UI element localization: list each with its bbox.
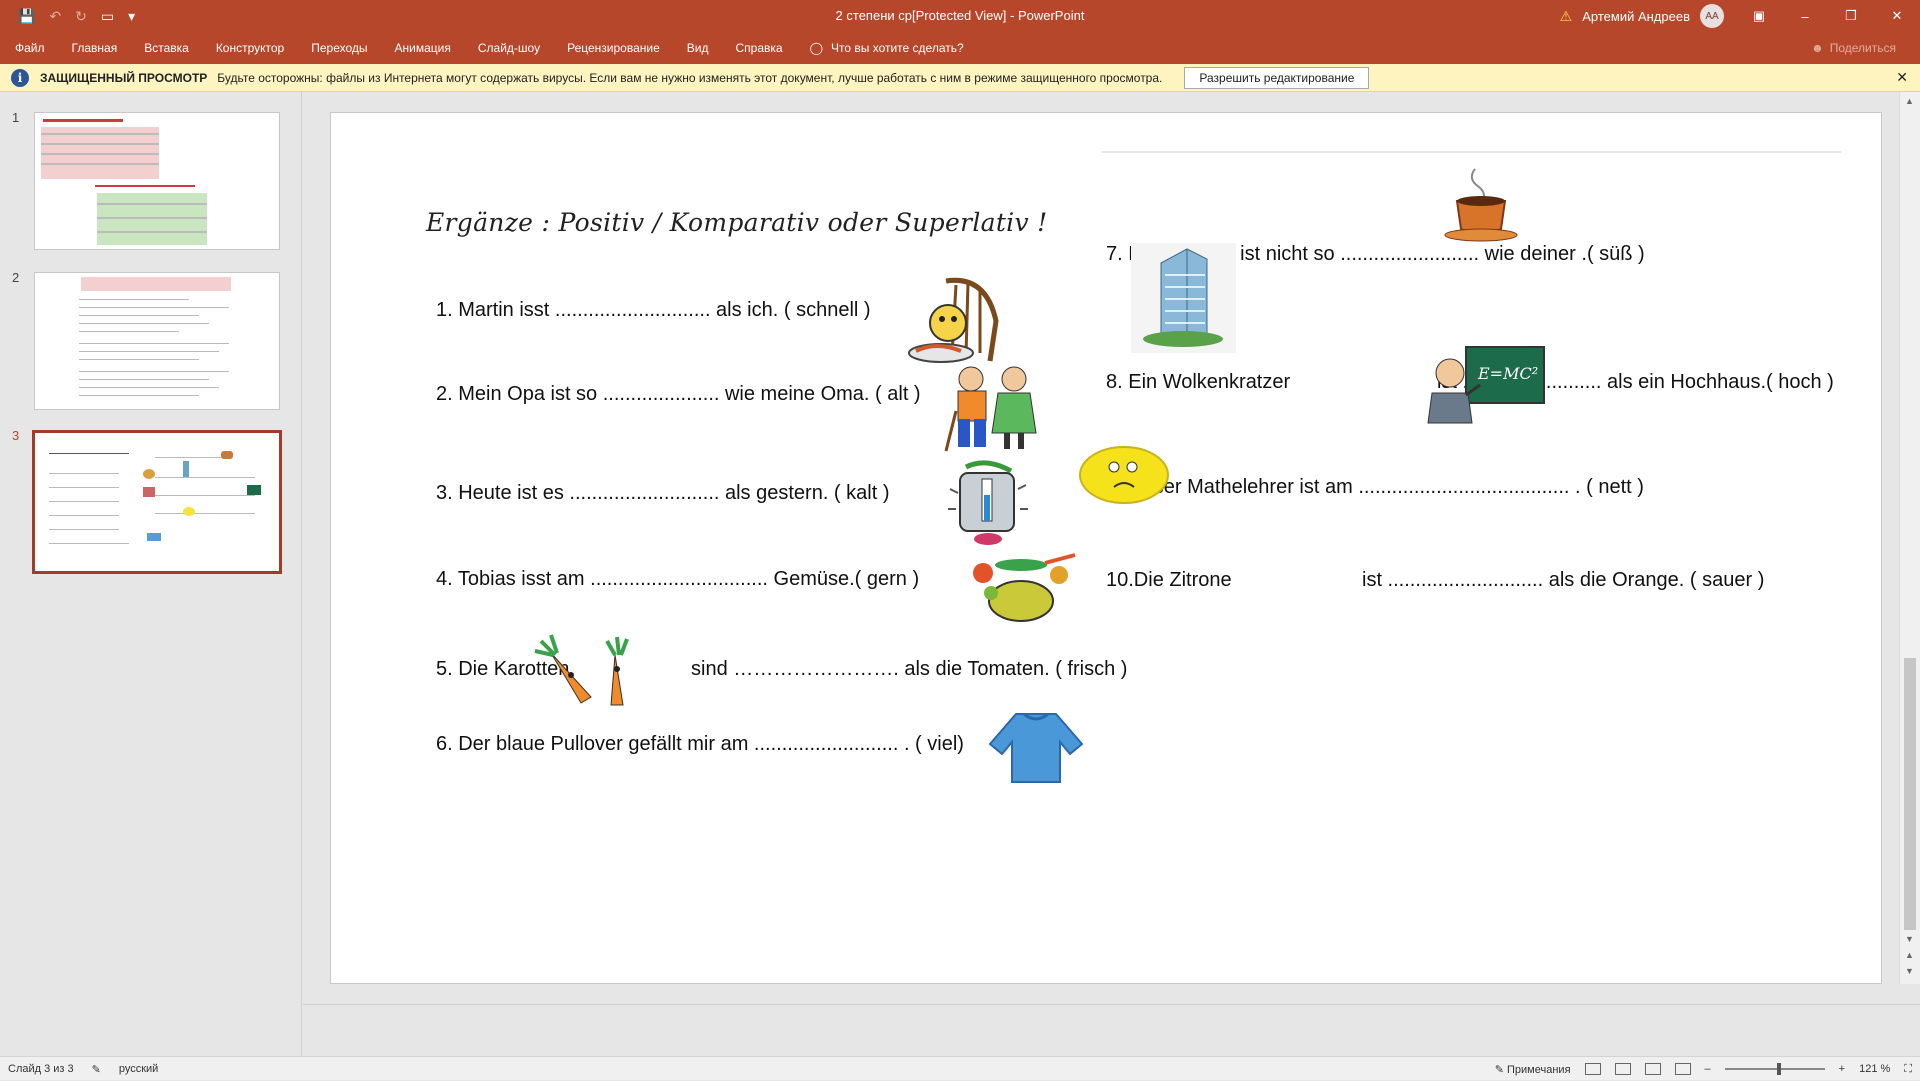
thermometer-image xyxy=(948,460,1028,545)
tab-transitions[interactable]: Переходы xyxy=(311,41,367,55)
zoom-out-icon[interactable]: – xyxy=(1705,1063,1711,1075)
tell-me-label: Что вы хотите сделать? xyxy=(831,41,964,55)
tab-insert[interactable]: Вставка xyxy=(144,41,189,55)
scroll-down-icon[interactable]: ▼ xyxy=(1905,934,1914,944)
carrots-image xyxy=(534,634,629,706)
thumbnail-preview[interactable] xyxy=(32,430,282,574)
protected-view-title: ЗАЩИЩЕННЫЙ ПРОСМОТР xyxy=(40,70,208,85)
thumbnail-number: 3 xyxy=(12,428,20,443)
ribbon-display-options-icon[interactable]: ▣ xyxy=(1736,0,1782,32)
tab-slideshow[interactable]: Слайд-шоу xyxy=(478,41,540,55)
tab-home[interactable]: Главная xyxy=(72,41,118,55)
lemon-image xyxy=(1079,446,1169,504)
user-area[interactable]: ⚠ Артемий Андреев АА xyxy=(1560,0,1724,32)
slideshow-view-icon[interactable] xyxy=(1674,1063,1691,1075)
spellcheck-icon[interactable]: ✎ xyxy=(92,1063,101,1076)
slide-sorter-icon[interactable] xyxy=(1614,1063,1631,1075)
fit-to-window-icon[interactable]: ⛶ xyxy=(1904,1063,1912,1076)
notes-icon: ✎ xyxy=(1494,1063,1504,1076)
avatar[interactable]: АА xyxy=(1700,4,1724,28)
exercise-10-start: 10.Die Zitrone xyxy=(1106,569,1232,591)
lightbulb-icon: ◯ xyxy=(809,41,823,55)
cropped-line xyxy=(1101,151,1841,153)
exercise-9: 9. Unser Mathelehrer ist am ............… xyxy=(1106,476,1644,498)
thumbnail-preview[interactable] xyxy=(34,112,280,250)
tab-file[interactable]: Файл xyxy=(15,41,45,55)
close-button[interactable]: ✕ xyxy=(1874,0,1920,32)
reading-view-icon[interactable] xyxy=(1644,1063,1661,1075)
exercise-4: 4. Tobias isst am ......................… xyxy=(436,568,920,590)
protected-view-message: Будьте осторожны: файлы из Интернета мог… xyxy=(217,70,1163,85)
tab-help[interactable]: Справка xyxy=(735,41,782,55)
formula-text: E=MC² xyxy=(1477,364,1538,383)
title-bar: 💾 ↶ ↻ ▭ ▾ 2 степени ср[Protected View] -… xyxy=(0,0,1920,32)
zoom-slider-knob[interactable] xyxy=(1776,1063,1781,1075)
tab-design[interactable]: Конструктор xyxy=(216,41,284,55)
warning-icon: ⚠ xyxy=(1559,7,1573,24)
zoom-level[interactable]: 121 % xyxy=(1859,1063,1890,1075)
zoom-slider[interactable] xyxy=(1724,1063,1825,1075)
scrollbar-thumb[interactable] xyxy=(1904,658,1916,930)
enable-editing-button[interactable]: Разрешить редактирование xyxy=(1184,66,1370,89)
window-controls: ▣ – ❐ ✕ xyxy=(1736,0,1920,32)
thumbnail-pane: 1 2 3 xyxy=(0,92,302,1056)
share-label: Поделиться xyxy=(1829,41,1896,55)
tab-review[interactable]: Рецензирование xyxy=(567,41,660,55)
exercise-10-end: ist ............................ als die… xyxy=(1362,569,1765,591)
tab-view[interactable]: Вид xyxy=(687,41,709,55)
thumbnail-number: 1 xyxy=(12,110,20,125)
share-button[interactable]: ☻ Поделиться xyxy=(1811,32,1896,64)
protected-view-bar: i ЗАЩИЩЕННЫЙ ПРОСМОТР Будьте осторожны: … xyxy=(0,64,1920,92)
exercise-2: 2. Mein Opa ist so .....................… xyxy=(436,383,921,405)
slide-editor: Ergänze : Positiv / Komparativ oder Supe… xyxy=(303,92,1899,1004)
slide-canvas[interactable]: Ergänze : Positiv / Komparativ oder Supe… xyxy=(330,112,1882,984)
math-teacher-image: E=MC² xyxy=(1427,346,1545,424)
skyscraper-image xyxy=(1131,243,1236,353)
notes-button[interactable]: ✎ Примечания xyxy=(1495,1063,1571,1076)
close-icon[interactable]: ✕ xyxy=(1896,69,1908,86)
eating-boy-image xyxy=(908,277,999,363)
exercise-3: 3. Heute ist es ........................… xyxy=(436,482,890,504)
tell-me-box[interactable]: ◯ Что вы хотите сделать? xyxy=(810,41,964,55)
thumbnail-preview[interactable] xyxy=(34,272,280,410)
exercise-1: 1. Martin isst .........................… xyxy=(436,299,871,321)
ribbon-tabs: Файл Главная Вставка Конструктор Переход… xyxy=(0,32,1920,64)
person-icon: ☻ xyxy=(1811,41,1824,55)
previous-slide-icon[interactable]: ▲ xyxy=(1905,950,1914,960)
notes-label: Примечания xyxy=(1507,1063,1571,1076)
scroll-up-icon[interactable]: ▲ xyxy=(1905,96,1914,106)
zoom-in-icon[interactable]: + xyxy=(1839,1063,1845,1075)
slide-title: Ergänze : Positiv / Komparativ oder Supe… xyxy=(426,208,1048,237)
vegetables-pot-image xyxy=(973,553,1076,622)
normal-view-icon[interactable] xyxy=(1584,1063,1601,1075)
tab-animations[interactable]: Анимация xyxy=(395,41,451,55)
exercise-5-end: sind ……………………. als die Tomaten. ( frisch… xyxy=(691,658,1128,680)
exercise-8-start: 8. Ein Wolkenkratzer xyxy=(1106,371,1291,393)
restore-button[interactable]: ❐ xyxy=(1828,0,1874,32)
minimize-button[interactable]: – xyxy=(1782,0,1828,32)
user-name: Артемий Андреев xyxy=(1582,8,1690,24)
info-icon: i xyxy=(11,68,29,87)
blue-sweater-image xyxy=(988,712,1084,783)
language-indicator[interactable]: русский xyxy=(119,1063,158,1075)
exercise-6: 6. Der blaue Pullover gefällt mir am ...… xyxy=(436,733,964,755)
status-bar: Слайд 3 из 3 ✎ русский ✎ Примечания – + … xyxy=(0,1056,1920,1080)
notes-area[interactable] xyxy=(303,1004,1920,1056)
vertical-scrollbar[interactable]: ▲ ▼ ▲ ▼ xyxy=(1899,92,1920,984)
grandparents-image xyxy=(944,366,1037,452)
slide-counter: Слайд 3 из 3 xyxy=(8,1063,74,1075)
next-slide-icon[interactable]: ▼ xyxy=(1905,966,1914,976)
coffee-cup-image xyxy=(1444,168,1518,242)
thumbnail-number: 2 xyxy=(12,270,20,285)
